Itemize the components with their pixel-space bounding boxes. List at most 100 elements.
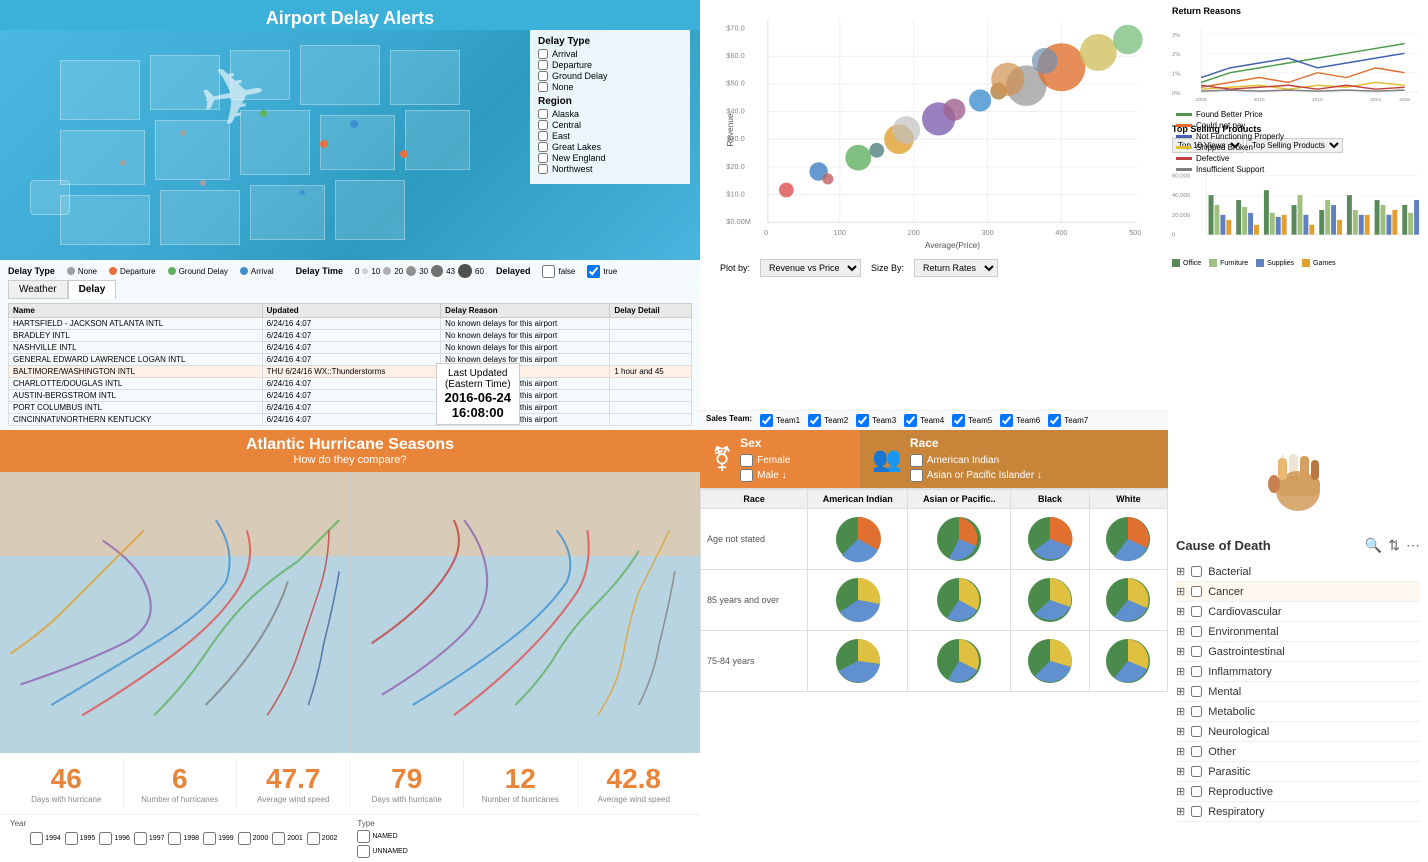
cardiovascular-expand[interactable]: ⊞ [1176, 605, 1185, 618]
table-row: HARTSFIELD - JACKSON ATLANTA INTL6/24/16… [9, 318, 692, 330]
metabolic-checkbox[interactable] [1191, 706, 1202, 717]
svg-text:0: 0 [764, 228, 768, 237]
alaska-checkbox[interactable] [538, 109, 548, 119]
airport-bottom: Delay Type None Departure Ground Delay A… [0, 260, 700, 430]
sex-label: Sex [740, 436, 790, 450]
ground-delay-checkbox[interactable] [538, 71, 548, 81]
col-detail: Delay Detail [610, 304, 692, 318]
environmental-checkbox[interactable] [1191, 626, 1202, 637]
year-1999[interactable] [203, 832, 216, 845]
plot-by-select[interactable]: Revenue vs Price [760, 259, 861, 277]
neurological-expand[interactable]: ⊞ [1176, 725, 1185, 738]
col-black: Black [1011, 490, 1089, 509]
new-england-checkbox[interactable] [538, 153, 548, 163]
stat-num-47: 47.7 [241, 763, 346, 795]
unnamed-checkbox[interactable] [357, 845, 370, 858]
year-1997[interactable] [134, 832, 147, 845]
east-checkbox[interactable] [538, 131, 548, 141]
team4-checkbox[interactable] [904, 414, 917, 427]
named-checkbox[interactable] [357, 830, 370, 843]
parasitic-checkbox[interactable] [1191, 766, 1202, 777]
size-by-select[interactable]: Return Rates [914, 259, 998, 277]
year-1994[interactable] [30, 832, 43, 845]
gastrointestinal-checkbox[interactable] [1191, 646, 1202, 657]
cause-item-respiratory: ⊞ Respiratory [1176, 802, 1420, 822]
returns-legend: Found Better Price Could not pay Not Fun… [1172, 110, 1424, 174]
bacterial-checkbox[interactable] [1191, 566, 1202, 577]
delay-table: Name Updated Delay Reason Delay Detail H… [8, 303, 692, 426]
mental-checkbox[interactable] [1191, 686, 1202, 697]
svg-text:2012: 2012 [1312, 97, 1323, 103]
year-2001[interactable] [272, 832, 285, 845]
cancer-label: Cancer [1208, 586, 1243, 598]
northwest-checkbox[interactable] [538, 164, 548, 174]
cardiovascular-checkbox[interactable] [1191, 606, 1202, 617]
pie-75-4 [1089, 631, 1167, 692]
delay-tab[interactable]: Delay [68, 280, 117, 299]
none-checkbox[interactable] [538, 82, 548, 92]
last-updated-time: 16:08:00 [445, 405, 512, 420]
cause-item-cardiovascular: ⊞ Cardiovascular [1176, 602, 1420, 622]
hurricane-header: Atlantic Hurricane Seasons How do they c… [0, 430, 700, 472]
male-checkbox[interactable] [740, 469, 753, 482]
year-2002[interactable] [307, 832, 320, 845]
false-checkbox[interactable] [542, 265, 555, 278]
other-checkbox[interactable] [1191, 746, 1202, 757]
respiratory-checkbox[interactable] [1191, 806, 1202, 817]
delay-type-label: Delay Type [538, 36, 682, 47]
great-lakes-checkbox[interactable] [538, 142, 548, 152]
team1-checkbox[interactable] [760, 414, 773, 427]
inflammatory-checkbox[interactable] [1191, 666, 1202, 677]
svg-text:$70.0: $70.0 [726, 23, 744, 32]
central-checkbox[interactable] [538, 120, 548, 130]
cause-item-gastrointestinal: ⊞ Gastrointestinal [1176, 642, 1420, 662]
cancer-checkbox[interactable] [1191, 586, 1202, 597]
metabolic-label: Metabolic [1208, 706, 1255, 718]
more-icon[interactable]: ⋯ [1406, 537, 1420, 554]
year-1995[interactable] [65, 832, 78, 845]
last-updated-date: 2016-06-24 [445, 390, 512, 405]
team7-checkbox[interactable] [1048, 414, 1061, 427]
arrival-checkbox[interactable] [538, 49, 548, 59]
year-1996[interactable] [99, 832, 112, 845]
metabolic-expand[interactable]: ⊞ [1176, 705, 1185, 718]
sort-icon[interactable]: ⇅ [1388, 537, 1400, 554]
asian-checkbox[interactable] [910, 469, 923, 482]
stat-label-speed-left: Average wind speed [241, 795, 346, 804]
cause-header: Cause of Death 🔍 ⇅ ⋯ [1176, 537, 1420, 554]
reproductive-expand[interactable]: ⊞ [1176, 785, 1185, 798]
other-expand[interactable]: ⊞ [1176, 745, 1185, 758]
gastrointestinal-expand[interactable]: ⊞ [1176, 645, 1185, 658]
85-years-label: 85 years and over [701, 570, 808, 631]
bacterial-expand[interactable]: ⊞ [1176, 565, 1185, 578]
year-1998[interactable] [168, 832, 181, 845]
neurological-checkbox[interactable] [1191, 726, 1202, 737]
year-2000[interactable] [238, 832, 251, 845]
true-checkbox[interactable] [587, 265, 600, 278]
stat-speed-right: 42.8 Average wind speed [578, 759, 691, 808]
parasitic-expand[interactable]: ⊞ [1176, 765, 1185, 778]
search-icon[interactable]: 🔍 [1365, 537, 1382, 554]
female-checkbox[interactable] [740, 454, 753, 467]
cause-item-bacterial: ⊞ Bacterial [1176, 562, 1420, 582]
cause-item-metabolic: ⊞ Metabolic [1176, 702, 1420, 722]
team3-checkbox[interactable] [856, 414, 869, 427]
team2-checkbox[interactable] [808, 414, 821, 427]
svg-text:60,000: 60,000 [1172, 173, 1191, 179]
svg-text:20,000: 20,000 [1172, 213, 1191, 219]
inflammatory-expand[interactable]: ⊞ [1176, 665, 1185, 678]
mental-expand[interactable]: ⊞ [1176, 685, 1185, 698]
cause-item-parasitic: ⊞ Parasitic [1176, 762, 1420, 782]
stat-hurricanes-left: 6 Number of hurricanes [124, 759, 238, 808]
hurricane-map-right [351, 472, 701, 753]
environmental-expand[interactable]: ⊞ [1176, 625, 1185, 638]
weather-tab[interactable]: Weather [8, 280, 68, 299]
departure-checkbox[interactable] [538, 60, 548, 70]
team6-checkbox[interactable] [1000, 414, 1013, 427]
respiratory-expand[interactable]: ⊞ [1176, 805, 1185, 818]
team5-checkbox[interactable] [952, 414, 965, 427]
hurricane-stats: 46 Days with hurricane 6 Number of hurri… [0, 753, 700, 814]
american-indian-checkbox[interactable] [910, 454, 923, 467]
reproductive-checkbox[interactable] [1191, 786, 1202, 797]
cancer-expand[interactable]: ⊞ [1176, 585, 1185, 598]
